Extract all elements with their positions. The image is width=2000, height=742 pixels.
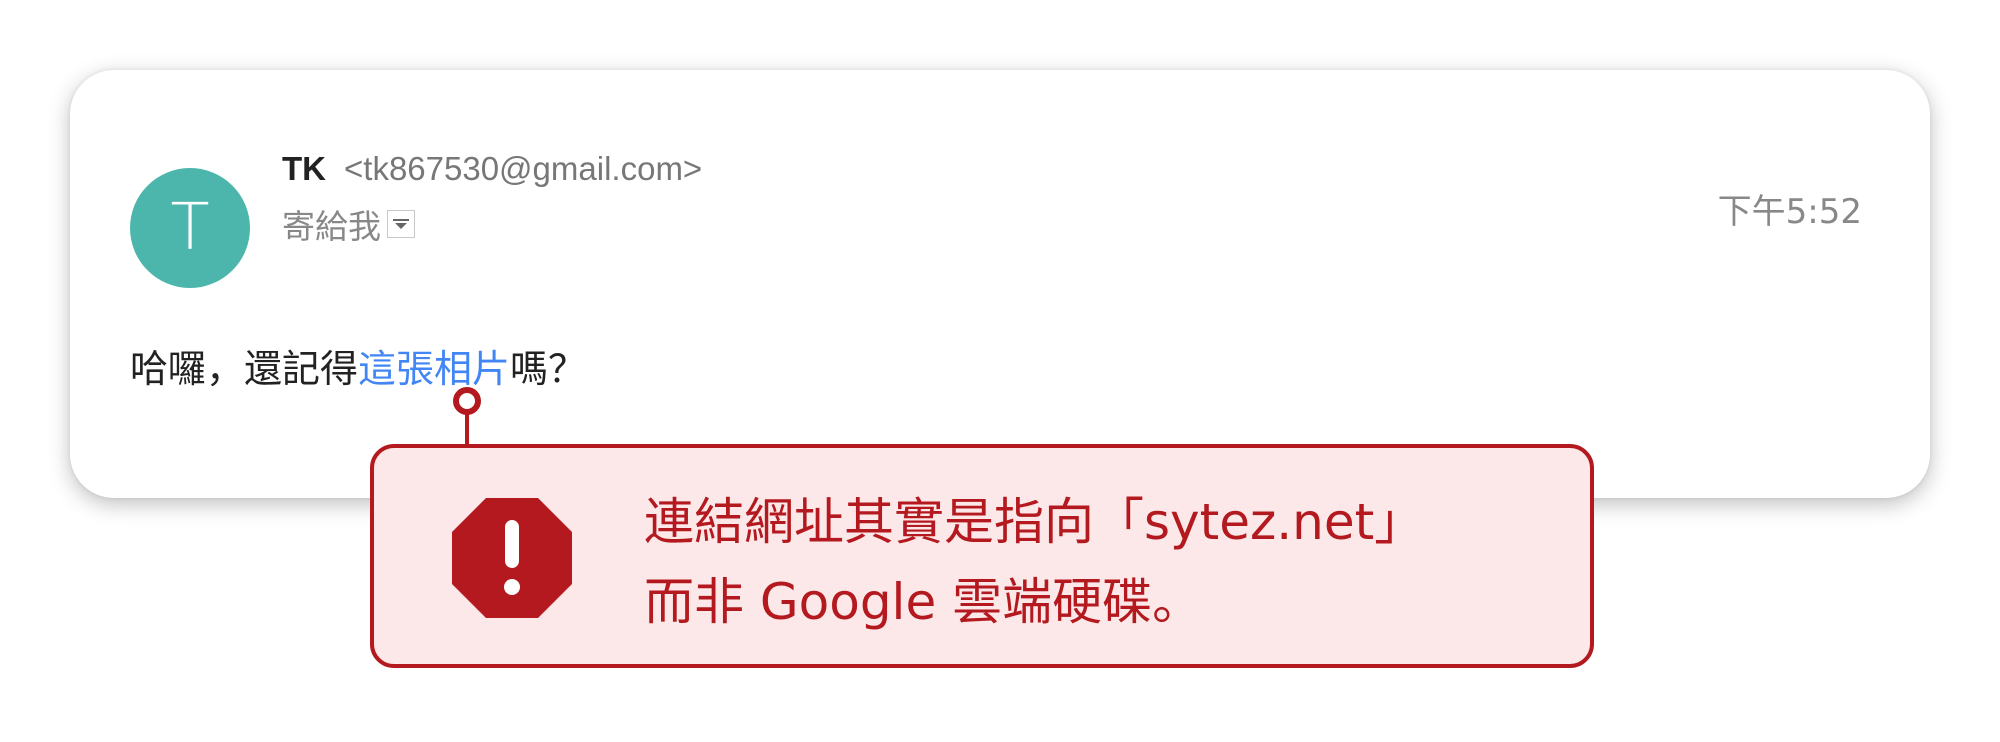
warning-line-1: 連結網址其實是指向「sytez.net」 (644, 493, 1425, 551)
recipient-text: 寄給我 (282, 207, 381, 246)
photo-link[interactable]: 這張相片 (358, 347, 510, 391)
warning-message: 連結網址其實是指向「sytez.net」 而非 Google 雲端硬碟。 (644, 482, 1424, 642)
recipient-line: 寄給我 (282, 202, 415, 246)
email-card (70, 70, 1930, 498)
warning-callout: 連結網址其實是指向「sytez.net」 而非 Google 雲端硬碟。 (370, 444, 1594, 668)
avatar-initial: T (170, 191, 210, 265)
sender-email: <tk867530@gmail.com> (344, 150, 703, 187)
message-text-before-link: 哈囉，還記得 (130, 347, 359, 391)
message-timestamp: 下午5:52 (1717, 192, 1862, 232)
sender-name[interactable]: TK (282, 150, 326, 188)
message-body: 哈囉，還記得這張相片嗎？ (130, 338, 586, 393)
message-text-after-link: 嗎？ (510, 347, 587, 391)
stop-warning-icon (452, 498, 572, 618)
recipient-details-toggle[interactable] (387, 210, 415, 238)
chevron-down-icon (393, 219, 409, 229)
warning-line-2: 而非 Google 雲端硬碟。 (644, 573, 1203, 631)
sender-line: TK <tk867530@gmail.com> (282, 150, 702, 194)
sender-avatar[interactable]: T (130, 168, 250, 288)
